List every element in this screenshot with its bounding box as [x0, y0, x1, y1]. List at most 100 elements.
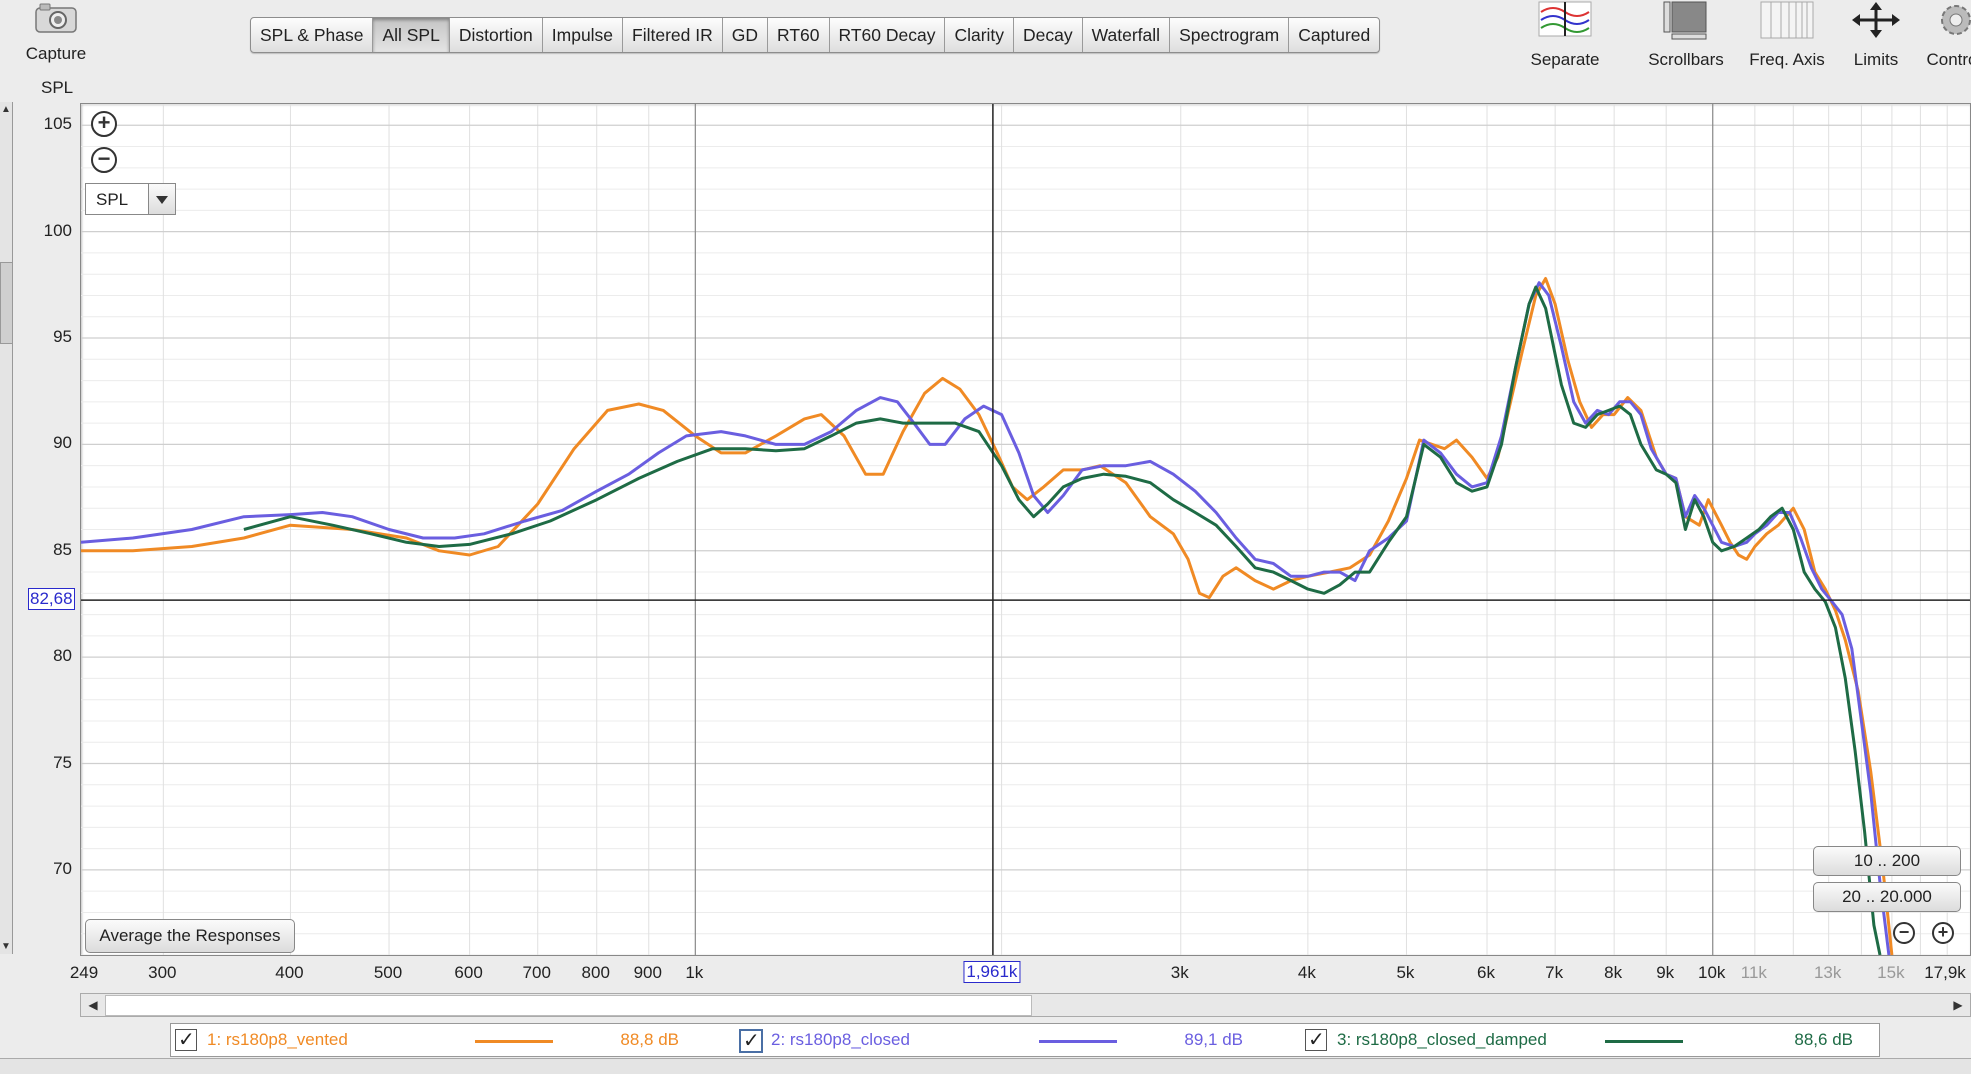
y-tick-label: 90: [53, 433, 72, 453]
x-tick-label: 9k: [1656, 963, 1675, 982]
y-tick-label: 105: [43, 114, 72, 134]
cursor-x-readout: 1,961k: [963, 961, 1021, 983]
legend-item: 2: rs180p8_closed 89,1 dB: [739, 1024, 1299, 1056]
status-strip: [0, 1058, 1971, 1074]
chevron-down-icon[interactable]: [148, 184, 175, 214]
horizontal-scroll-thumb[interactable]: [105, 995, 1032, 1016]
series-3-level: 88,6 dB: [1794, 1030, 1853, 1049]
vertical-scrollbar[interactable]: ▲ ▼: [0, 102, 13, 954]
x-tick-label: 800: [581, 963, 610, 982]
series-1-checkbox[interactable]: [175, 1027, 197, 1052]
tab-clarity[interactable]: Clarity: [945, 18, 1015, 52]
tab-spectrogram[interactable]: Spectrogram: [1170, 18, 1290, 52]
series-1-name[interactable]: 1: rs180p8_vented: [207, 1030, 348, 1050]
view-tabs: SPL & Phase All SPL Distortion Impulse F…: [250, 17, 1381, 53]
tab-gd[interactable]: GD: [723, 18, 769, 52]
series-1-swatch: [475, 1040, 553, 1043]
x-tick-label: 3k: [1170, 963, 1189, 982]
series-3-name[interactable]: 3: rs180p8_closed_damped: [1337, 1030, 1547, 1050]
x-tick-label: 300: [148, 963, 177, 982]
x-tick-label: 900: [633, 963, 662, 982]
zoom-out-icon[interactable]: −: [91, 147, 117, 173]
y-axis-unit: SPL: [41, 78, 74, 97]
x-tick-label: 17,9k: [1924, 963, 1966, 982]
series-2-swatch: [1039, 1040, 1117, 1043]
controls-label: Contro: [1926, 50, 1971, 69]
graph-type-select[interactable]: SPL: [85, 183, 176, 215]
tab-rt60-decay[interactable]: RT60 Decay: [830, 18, 946, 52]
tab-captured[interactable]: Captured: [1289, 18, 1379, 52]
scroll-up-icon[interactable]: ▲: [1, 104, 11, 115]
tab-impulse[interactable]: Impulse: [543, 18, 624, 52]
series-2-name[interactable]: 2: rs180p8_closed: [771, 1030, 910, 1050]
series-2-checkbox[interactable]: [739, 1028, 763, 1053]
tab-distortion[interactable]: Distortion: [450, 18, 543, 52]
x-tick-label: 249: [69, 963, 99, 982]
separate-button[interactable]: Separate: [1520, 0, 1610, 70]
zoom-out-small-icon[interactable]: −: [1893, 922, 1915, 944]
series-line-2: [81, 281, 1891, 955]
freq-axis-icon: [1742, 0, 1832, 40]
scrollbars-button[interactable]: Scrollbars: [1638, 0, 1734, 70]
series-line-1: [81, 277, 1894, 955]
camera-icon: [34, 2, 78, 34]
series-2-level: 89,1 dB: [1184, 1030, 1243, 1049]
freq-axis-button[interactable]: Freq. Axis: [1742, 0, 1832, 70]
x-tick-label: 8k: [1604, 963, 1623, 982]
range-10-200-button[interactable]: 10 .. 200: [1813, 846, 1961, 876]
x-tick-label: 11k: [1740, 963, 1767, 982]
zoom-in-icon[interactable]: +: [91, 111, 117, 137]
x-tick-label: 6k: [1477, 963, 1495, 982]
x-tick-label: 4k: [1297, 963, 1316, 982]
tab-waterfall[interactable]: Waterfall: [1083, 18, 1171, 52]
scrollbars-label: Scrollbars: [1648, 50, 1724, 69]
spl-chart: [81, 104, 1970, 955]
x-tick-label: 500: [373, 963, 403, 982]
scroll-right-icon[interactable]: ▶: [1948, 995, 1968, 1015]
limits-button[interactable]: Limits: [1840, 0, 1912, 70]
y-tick-label: 95: [53, 327, 72, 347]
separate-label: Separate: [1530, 50, 1600, 69]
x-tick-label: 1k: [685, 963, 704, 982]
y-tick-label: 75: [53, 752, 72, 772]
limits-label: Limits: [1853, 50, 1899, 69]
y-tick-label: 100: [43, 220, 72, 240]
separate-traces-icon: [1520, 0, 1610, 40]
capture-label: Capture: [25, 44, 87, 63]
toolbar: Capture SPL & Phase All SPL Distortion I…: [0, 0, 1971, 102]
capture-button[interactable]: Capture: [18, 2, 94, 64]
legend: 1: rs180p8_vented 88,8 dB 2: rs180p8_clo…: [170, 1023, 1880, 1057]
tab-filtered-ir[interactable]: Filtered IR: [623, 18, 723, 52]
x-tick-label: 600: [454, 963, 483, 982]
graph-type-value: SPL: [96, 190, 129, 209]
range-20-20000-button[interactable]: 20 .. 20.000: [1813, 882, 1961, 912]
x-tick-label: 13k: [1813, 963, 1842, 982]
gear-icon: [1922, 0, 1971, 40]
tab-decay[interactable]: Decay: [1014, 18, 1083, 52]
limits-arrows-icon: [1840, 0, 1912, 40]
x-tick-label: 400: [275, 963, 304, 982]
y-tick-label: 70: [53, 858, 72, 878]
cursor-y-readout: 82,68: [28, 588, 75, 611]
legend-item: 3: rs180p8_closed_damped 88,6 dB: [1303, 1024, 1873, 1056]
tab-rt60[interactable]: RT60: [768, 18, 830, 52]
y-tick-label: 85: [53, 539, 72, 559]
scroll-down-icon[interactable]: ▼: [1, 941, 11, 952]
plot-area[interactable]: [80, 103, 1971, 956]
horizontal-scrollbar[interactable]: ◀ ▶: [80, 993, 1971, 1017]
x-tick-label: 7k: [1545, 963, 1564, 982]
y-tick-label: 80: [53, 646, 72, 666]
vertical-scroll-thumb[interactable]: [0, 262, 13, 344]
scroll-left-icon[interactable]: ◀: [83, 995, 103, 1015]
zoom-in-small-icon[interactable]: +: [1932, 922, 1954, 944]
series-3-checkbox[interactable]: [1305, 1027, 1327, 1052]
x-tick-label: 10k: [1698, 963, 1726, 982]
x-tick-label: 5k: [1396, 963, 1415, 982]
x-tick-label: 700: [522, 963, 551, 982]
controls-button[interactable]: Contro: [1922, 0, 1971, 70]
tab-spl-phase[interactable]: SPL & Phase: [251, 18, 374, 52]
average-responses-button[interactable]: Average the Responses: [85, 919, 295, 953]
freq-axis-label: Freq. Axis: [1749, 50, 1825, 69]
tab-all-spl[interactable]: All SPL: [373, 18, 450, 52]
series-line-3: [243, 285, 1882, 955]
